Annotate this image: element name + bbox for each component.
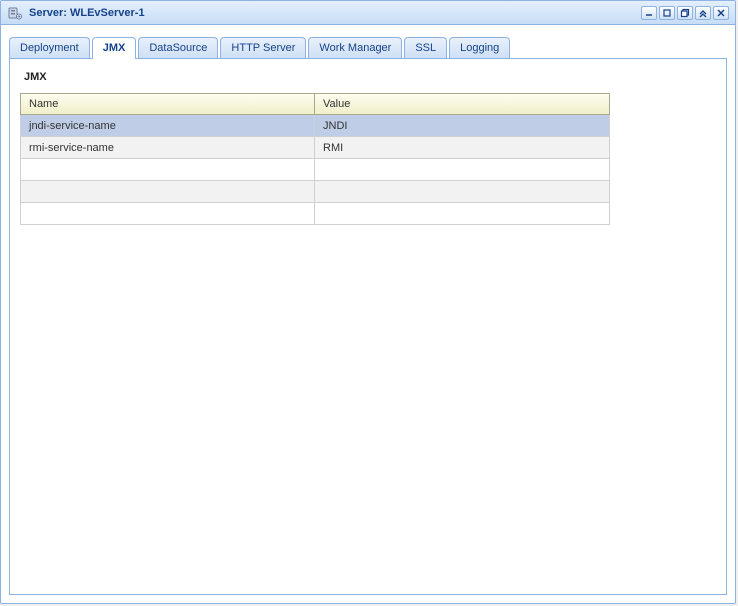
tab-jmx[interactable]: JMX bbox=[92, 37, 137, 59]
title-controls bbox=[641, 6, 729, 20]
panel-title: Server: WLEvServer-1 bbox=[29, 7, 145, 19]
cell-value: JNDI bbox=[315, 115, 610, 137]
cell-name: jndi-service-name bbox=[20, 115, 315, 137]
column-header-value[interactable]: Value bbox=[315, 93, 610, 115]
tab-panel-jmx: JMX Name Value jndi-service-name JNDI rm… bbox=[9, 59, 727, 595]
table-row[interactable]: jndi-service-name JNDI bbox=[20, 115, 610, 137]
title-prefix: Server: bbox=[29, 7, 67, 19]
cell-name bbox=[20, 159, 315, 181]
cell-value bbox=[315, 203, 610, 225]
cell-value bbox=[315, 181, 610, 203]
restore-button[interactable] bbox=[659, 6, 675, 20]
table-row[interactable] bbox=[20, 159, 610, 181]
tab-deployment[interactable]: Deployment bbox=[9, 37, 90, 58]
jmx-properties-table: Name Value jndi-service-name JNDI rmi-se… bbox=[20, 93, 610, 225]
collapse-button[interactable] bbox=[695, 6, 711, 20]
cell-value bbox=[315, 159, 610, 181]
minimize-button[interactable] bbox=[641, 6, 657, 20]
tabs: Deployment JMX DataSource HTTP Server Wo… bbox=[9, 33, 727, 59]
section-title: JMX bbox=[24, 71, 716, 83]
server-icon bbox=[7, 5, 23, 21]
cell-name: rmi-service-name bbox=[20, 137, 315, 159]
column-header-name[interactable]: Name bbox=[20, 93, 315, 115]
cell-name bbox=[20, 203, 315, 225]
cell-name bbox=[20, 181, 315, 203]
table-row[interactable] bbox=[20, 181, 610, 203]
titlebar: Server: WLEvServer-1 bbox=[1, 1, 735, 25]
tab-datasource[interactable]: DataSource bbox=[138, 37, 218, 58]
close-button[interactable] bbox=[713, 6, 729, 20]
title-server-name: WLEvServer-1 bbox=[70, 7, 145, 19]
cell-value: RMI bbox=[315, 137, 610, 159]
tab-http-server[interactable]: HTTP Server bbox=[220, 37, 306, 58]
table-row[interactable]: rmi-service-name RMI bbox=[20, 137, 610, 159]
tab-logging[interactable]: Logging bbox=[449, 37, 510, 58]
panel-body: Deployment JMX DataSource HTTP Server Wo… bbox=[1, 25, 735, 603]
maximize-button[interactable] bbox=[677, 6, 693, 20]
tab-work-manager[interactable]: Work Manager bbox=[308, 37, 402, 58]
server-panel: Server: WLEvServer-1 Deployment JMX bbox=[0, 0, 736, 604]
tab-ssl[interactable]: SSL bbox=[404, 37, 447, 58]
table-row[interactable] bbox=[20, 203, 610, 225]
